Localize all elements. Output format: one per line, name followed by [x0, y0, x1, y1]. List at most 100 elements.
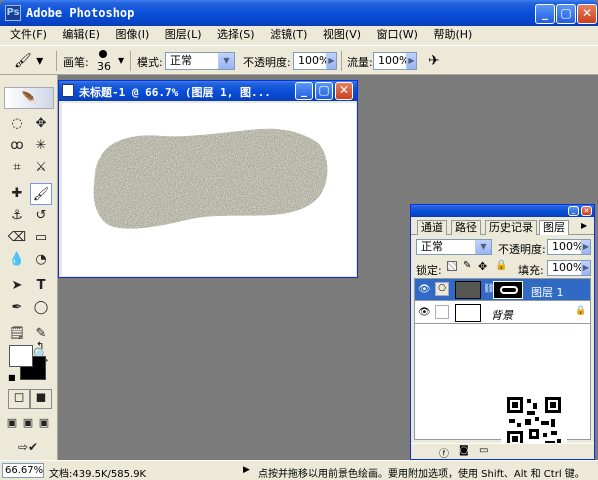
brush-link-icon[interactable]: ⎔ [435, 282, 449, 296]
standard-mode-icon[interactable]: ◻ [8, 389, 30, 409]
zoom-field[interactable]: 66.67% [2, 463, 44, 478]
menu-window[interactable]: 窗口(W) [371, 26, 424, 44]
tab-paths[interactable]: 路径 [451, 220, 481, 235]
doc-info[interactable]: 文档:439.5K/585.9K [49, 465, 146, 480]
mode-value: 正常 [170, 54, 192, 67]
chevron-right-icon: ▶ [581, 240, 590, 254]
dodge-tool-icon[interactable]: ◔ [30, 249, 52, 271]
photoshop-logo-icon: Ps [5, 5, 21, 21]
mode-label: 模式: [137, 56, 163, 69]
menu-file[interactable]: 文件(F) [4, 26, 53, 44]
move-tool-icon[interactable]: ✥ [30, 113, 52, 135]
brush-tool-icon[interactable]: 🖌 [30, 183, 52, 205]
doc-close-button[interactable]: ✕ [335, 82, 353, 100]
flow-input[interactable]: 100% ▶ [373, 52, 417, 70]
close-button[interactable]: ✕ [577, 4, 597, 24]
blur-tool-icon[interactable]: 💧 [6, 249, 28, 271]
menu-filter[interactable]: 滤镜(T) [264, 26, 313, 44]
layer-opacity-input[interactable]: 100% ▶ [547, 239, 591, 255]
screen-mode-3-icon[interactable]: ▣ [36, 415, 52, 431]
pen-tool-icon[interactable]: ✒ [6, 297, 28, 319]
layer-row[interactable]: 👁 ⎔ ⛓ 图层 1 [415, 279, 590, 301]
mode-select[interactable]: 正常 ▼ [165, 52, 235, 70]
lock-position-icon[interactable]: ✥ [478, 260, 487, 273]
toolbox: 🪶 ◌ ✥ ꝏ ✳ ⌗ ⚔ ✚ 🖌 ⚓ ↺ ⌫ ▭ 💧 ◔ ➤ T ✒ ◯ 🗒 … [0, 75, 58, 465]
document-title: 未标题-1 @ 66.7% (图层 1, 图... [79, 86, 271, 99]
layers-panel-titlebar[interactable]: _ ✕ [411, 205, 594, 217]
brush-link-empty[interactable] [435, 305, 449, 319]
chevron-down-icon: ▼ [475, 240, 491, 254]
quickmask-mode-icon[interactable]: ◼ [30, 389, 52, 409]
shape-tool-icon[interactable]: ◯ [30, 297, 52, 319]
tab-channels[interactable]: 通道 [417, 220, 447, 235]
stone-brush-stroke [93, 128, 328, 229]
lock-pixels-icon[interactable]: ✎ [463, 260, 471, 271]
default-colors-icon[interactable]: ■ [8, 373, 16, 382]
opacity-input[interactable]: 100% ▶ [293, 52, 337, 70]
notes-tool-icon[interactable]: 🗒 [6, 323, 28, 345]
brush-tip-icon [99, 50, 107, 58]
document-window: 未标题-1 @ 66.7% (图层 1, 图... _ ▢ ✕ [58, 80, 358, 278]
layer-name: 背景 [491, 309, 513, 322]
slice-tool-icon[interactable]: ⚔ [30, 157, 52, 179]
menu-view[interactable]: 视图(V) [317, 26, 367, 44]
status-menu-arrow-icon[interactable]: ▶ [243, 465, 250, 475]
menu-select[interactable]: 选择(S) [211, 26, 261, 44]
menu-edit[interactable]: 编辑(E) [56, 26, 106, 44]
chevron-right-icon: ▶ [581, 261, 590, 275]
document-icon [62, 84, 74, 97]
flow-label: 流量: [347, 56, 373, 69]
add-mask-icon[interactable]: ◙ [459, 445, 469, 456]
tool-preset-picker[interactable]: 🖌 ▾ [14, 51, 50, 71]
type-tool-icon[interactable]: T [30, 275, 52, 297]
new-set-icon[interactable]: ▭ [479, 445, 488, 456]
gradient-tool-icon[interactable]: ▭ [30, 227, 52, 249]
lock-all-icon[interactable]: 🔒 [495, 260, 507, 271]
airbrush-icon[interactable]: ✈ [424, 51, 444, 71]
app-titlebar: Ps Adobe Photoshop _ ▢ ✕ [0, 0, 598, 26]
panel-close-button[interactable]: ✕ [581, 206, 592, 216]
fill-input[interactable]: 100% ▶ [547, 260, 591, 276]
foreground-color-swatch-fill[interactable] [9, 345, 33, 367]
document-titlebar[interactable]: 未标题-1 @ 66.7% (图层 1, 图... _ ▢ ✕ [59, 81, 357, 101]
lasso-tool-icon[interactable]: ꝏ [6, 135, 28, 157]
canvas[interactable] [62, 103, 356, 276]
eraser-tool-icon[interactable]: ⌫ [6, 227, 28, 249]
crop-tool-icon[interactable]: ⌗ [6, 157, 28, 179]
path-select-icon[interactable]: ➤ [6, 275, 28, 297]
chevron-down-icon: ▼ [218, 53, 234, 69]
doc-minimize-button[interactable]: _ [295, 82, 313, 100]
screen-mode-1-icon[interactable]: ▣ [4, 415, 20, 431]
panel-menu-icon[interactable]: ▶ [581, 221, 587, 230]
marquee-tool-icon[interactable]: ◌ [6, 113, 28, 135]
magic-wand-icon[interactable]: ✳ [30, 135, 52, 157]
opacity-value: 100% [298, 54, 330, 67]
visibility-eye-icon[interactable]: 👁 [418, 284, 431, 295]
clone-stamp-icon[interactable]: ⚓ [6, 205, 28, 227]
menu-image[interactable]: 图像(I) [109, 26, 155, 44]
history-brush-icon[interactable]: ↺ [30, 205, 52, 227]
jump-to-imageready-icon[interactable]: ⇨✔ [8, 437, 48, 457]
minimize-button[interactable]: _ [535, 4, 555, 24]
restore-button[interactable]: ▢ [556, 4, 576, 24]
layer-row[interactable]: 👁 背景 🔒 [415, 302, 590, 324]
tab-layers[interactable]: 图层 [539, 220, 569, 235]
healing-brush-icon[interactable]: ✚ [6, 183, 28, 205]
screen-mode-2-icon[interactable]: ▣ [20, 415, 36, 431]
layer-mask-thumbnail [493, 281, 523, 299]
panel-footer: ⓕ ◙ ▭ [411, 443, 594, 460]
layer-style-icon[interactable]: ⓕ [439, 445, 449, 460]
layer-thumbnail [455, 304, 481, 322]
lock-label: 锁定: [416, 264, 442, 277]
lock-transparency-icon[interactable] [447, 261, 457, 271]
menu-layer[interactable]: 图层(L) [159, 26, 208, 44]
fill-value: 100% [552, 261, 584, 274]
panel-minimize-button[interactable]: _ [568, 206, 579, 216]
doc-maximize-button[interactable]: ▢ [315, 82, 333, 100]
swap-colors-icon[interactable]: ↰ [36, 341, 44, 352]
menu-help[interactable]: 帮助(H) [427, 26, 478, 44]
brush-picker[interactable]: 36 ▼ [94, 48, 126, 74]
blend-mode-select[interactable]: 正常 ▼ [416, 239, 492, 255]
tab-history[interactable]: 历史记录 [485, 220, 537, 235]
visibility-eye-icon[interactable]: 👁 [418, 307, 431, 318]
